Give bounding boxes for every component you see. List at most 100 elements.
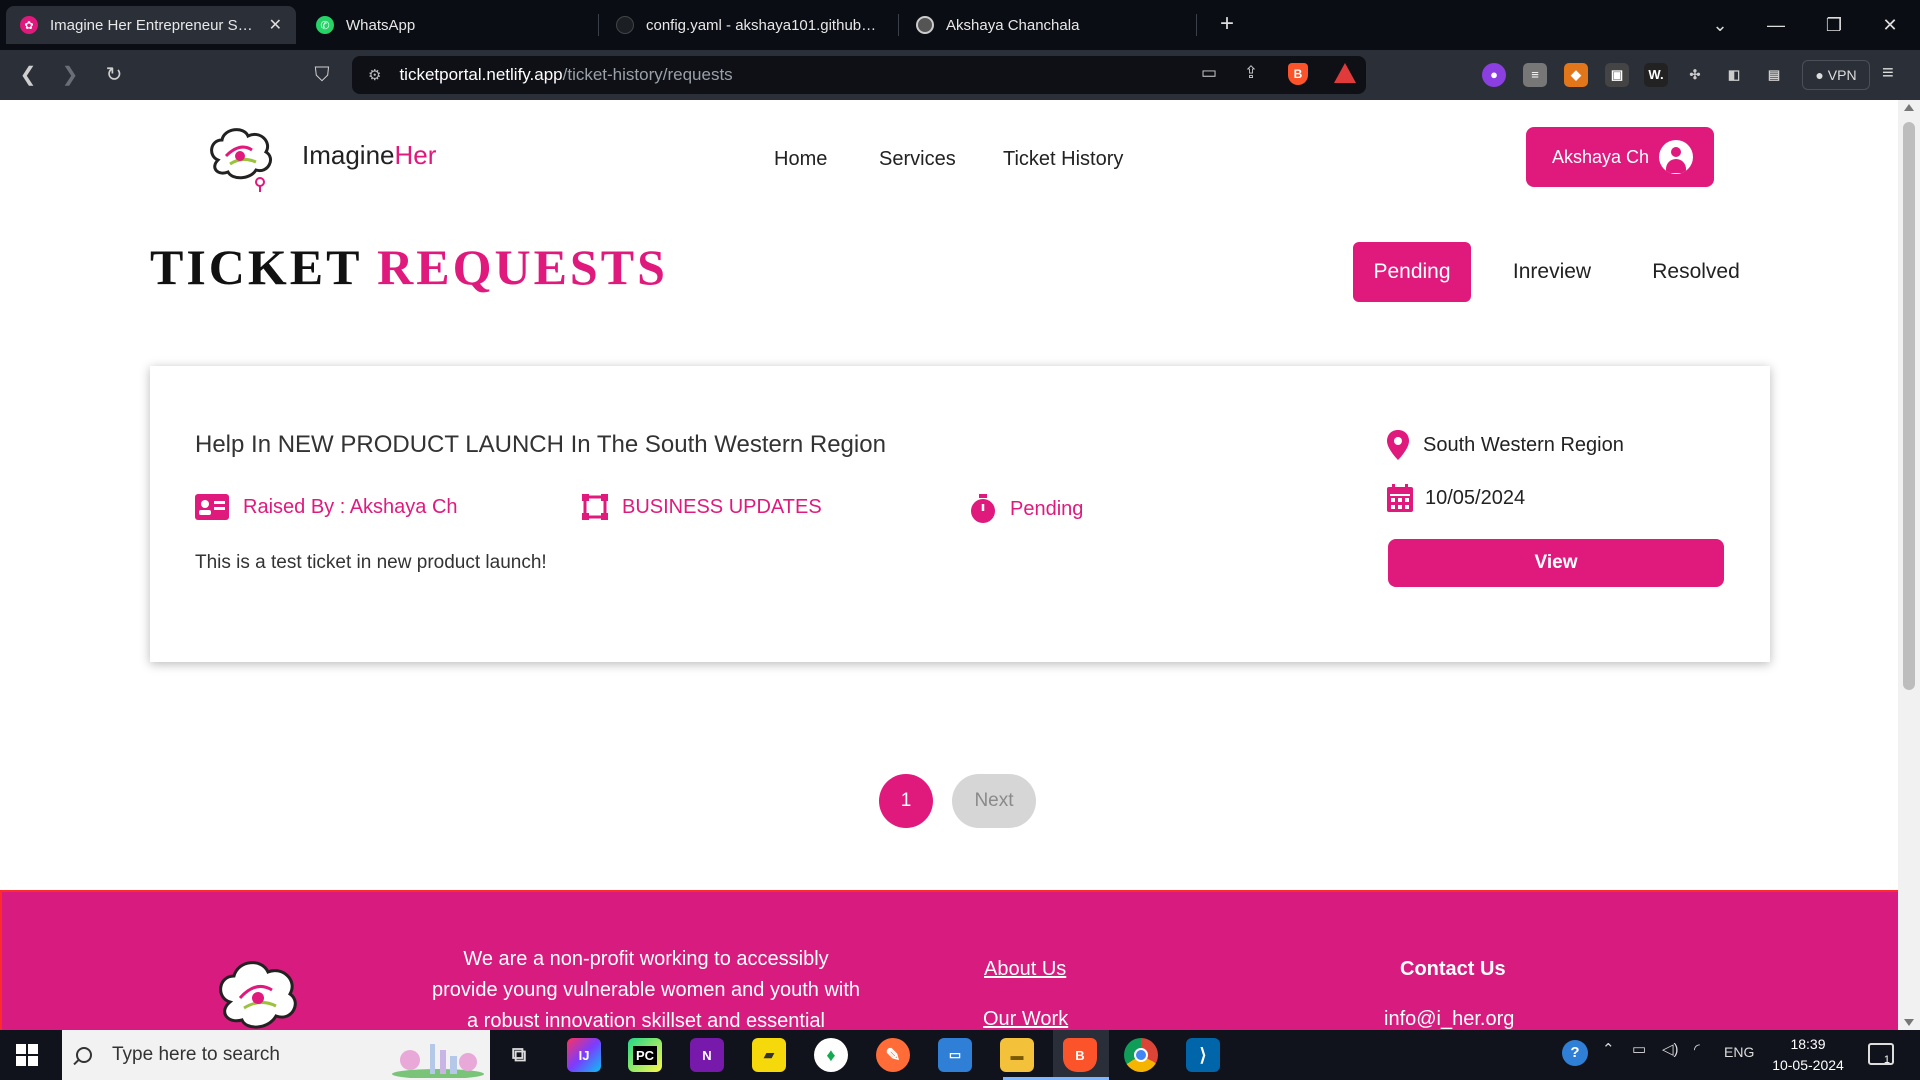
vscode-icon[interactable]: ⟩	[1186, 1038, 1220, 1072]
brand-name[interactable]: ImagineHer	[302, 140, 436, 171]
status-text: Pending	[1010, 497, 1084, 520]
tab-whatsapp[interactable]: ✆ WhatsApp	[302, 6, 592, 44]
sidebar-toggle-icon[interactable]: ◧	[1722, 63, 1746, 87]
vpn-button[interactable]: ● VPN	[1802, 60, 1870, 90]
browser-toolbar: ❮ ❯ ↻ ⛉ ⚙ ticketportal.netlify.app/ticke…	[0, 50, 1920, 100]
category-text: BUSINESS UPDATES	[622, 495, 822, 518]
nav-services[interactable]: Services	[879, 148, 956, 171]
minimize-icon[interactable]: —	[1756, 8, 1796, 42]
task-view-icon[interactable]: ⧉	[502, 1038, 536, 1072]
help-icon[interactable]: ?	[1562, 1040, 1588, 1066]
close-window-icon[interactable]: ✕	[1870, 8, 1910, 42]
footer-contact-heading: Contact Us	[1400, 958, 1506, 980]
notification-center-icon[interactable]: 1	[1868, 1043, 1894, 1066]
pagination-next-button[interactable]: Next	[952, 774, 1036, 828]
site-footer: We are a non-profit working to accessibl…	[0, 890, 1898, 1030]
search-highlight-illustration-icon	[392, 1044, 484, 1078]
tab-title: WhatsApp	[346, 16, 416, 34]
page-title: TICKET REQUESTS	[150, 238, 668, 296]
github-icon	[616, 16, 634, 34]
taskbar-clock[interactable]: 18:39 10-05-2024	[1768, 1034, 1848, 1076]
site-settings-icon[interactable]: ⚙	[368, 66, 381, 84]
footer-about-line: provide young vulnerable women and youth…	[431, 979, 861, 1001]
extensions-puzzle-icon[interactable]: ✣	[1683, 63, 1707, 87]
filter-resolved[interactable]: Resolved	[1640, 242, 1752, 302]
vpn-label: VPN	[1827, 67, 1857, 83]
tab-title: Imagine Her Entrepreneur Support	[50, 16, 257, 34]
stopwatch-icon	[971, 494, 995, 523]
brave-browser-icon[interactable]: B	[1063, 1038, 1097, 1072]
ticket-status: Pending	[970, 494, 1083, 524]
url-host: ticketportal.netlify.app	[399, 65, 563, 84]
extension-notes-icon[interactable]: ≡	[1523, 63, 1547, 87]
browser-menu-icon[interactable]: ≡	[1882, 62, 1894, 85]
forward-icon[interactable]: ❯	[56, 62, 84, 90]
tab-search-chevron-icon[interactable]: ⌄	[1700, 8, 1740, 42]
postman-icon[interactable]: ✎	[876, 1038, 910, 1072]
onenote-icon[interactable]: N	[690, 1038, 724, 1072]
extension-purple-icon[interactable]: ●	[1482, 63, 1506, 87]
imagine-her-logo[interactable]	[204, 120, 278, 194]
mongodb-compass-icon[interactable]: ♦	[814, 1038, 848, 1072]
date-text: 10/05/2024	[1425, 486, 1526, 509]
wifi-icon[interactable]: ◜	[1694, 1040, 1700, 1058]
scroll-up-icon[interactable]	[1904, 104, 1914, 111]
page-scrollbar[interactable]	[1898, 100, 1920, 1030]
share-icon[interactable]: ⇪	[1238, 60, 1264, 86]
page-viewport: ImagineHer Home Services Ticket History …	[0, 100, 1898, 1030]
taskbar-search-placeholder: Type here to search	[112, 1044, 280, 1065]
tab-akshaya-chanchala[interactable]: Akshaya Chanchala	[902, 6, 1192, 44]
scrollbar-thumb[interactable]	[1903, 122, 1915, 690]
new-tab-button[interactable]: +	[1212, 10, 1242, 40]
brand-accent: Her	[394, 140, 437, 170]
page-title-accent: REQUESTS	[377, 239, 668, 295]
intellij-icon[interactable]: IJ	[567, 1038, 601, 1072]
tab-separator	[898, 14, 899, 36]
sticky-notes-icon[interactable]: ▰	[752, 1038, 786, 1072]
clock-time: 18:39	[1790, 1036, 1826, 1052]
remote-desktop-icon[interactable]: ▭	[938, 1038, 972, 1072]
ticket-category: BUSINESS UPDATES	[582, 494, 822, 520]
file-explorer-icon[interactable]: ▬	[1000, 1038, 1034, 1072]
tray-chevron-icon[interactable]: ⌃	[1602, 1040, 1615, 1058]
restore-icon[interactable]: ❐	[1814, 8, 1854, 42]
extension-w-icon[interactable]: W.	[1644, 63, 1668, 87]
brave-shields-icon[interactable]: B	[1288, 63, 1308, 85]
battery-icon[interactable]: ▭	[1632, 1040, 1646, 1058]
nav-home[interactable]: Home	[774, 148, 827, 171]
footer-link-our-work[interactable]: Our Work	[983, 1008, 1068, 1030]
chrome-icon[interactable]	[1124, 1038, 1158, 1072]
pycharm-icon[interactable]: PC	[628, 1038, 662, 1072]
scroll-down-icon[interactable]	[1904, 1019, 1914, 1026]
filter-pending[interactable]: Pending	[1353, 242, 1471, 302]
tab-imagine-her[interactable]: ✿ Imagine Her Entrepreneur Support ✕	[6, 6, 296, 44]
ticket-title: Help In NEW PRODUCT LAUNCH In The South …	[195, 431, 886, 458]
pagination-page-1[interactable]: 1	[879, 774, 933, 828]
url-path: /ticket-history/requests	[562, 65, 733, 84]
footer-about-line: a robust innovation skillset and essenti…	[467, 1010, 825, 1030]
extension-window-icon[interactable]: ▣	[1605, 63, 1629, 87]
back-icon[interactable]: ❮	[14, 62, 42, 90]
reload-icon[interactable]: ↻	[100, 62, 128, 90]
metamask-icon[interactable]: ◆	[1564, 63, 1588, 87]
language-indicator[interactable]: ENG	[1724, 1044, 1754, 1060]
wallet-icon[interactable]: ▤	[1762, 63, 1786, 87]
view-ticket-button[interactable]: View	[1388, 539, 1724, 587]
filter-inreview[interactable]: Inreview	[1496, 242, 1608, 302]
cast-icon[interactable]: ▭	[1196, 60, 1222, 86]
tab-title: config.yaml - akshaya101.github.io [G	[646, 16, 878, 34]
user-profile-button[interactable]: Akshaya Ch	[1526, 127, 1714, 187]
windows-start-icon[interactable]	[16, 1044, 38, 1066]
tab-separator	[1196, 14, 1197, 36]
id-card-icon	[195, 494, 229, 520]
volume-icon[interactable]: ◁)	[1662, 1040, 1679, 1058]
bookmark-icon[interactable]: ⛉	[308, 62, 336, 90]
brave-rewards-icon[interactable]	[1334, 63, 1356, 83]
ticket-card: Help In NEW PRODUCT LAUNCH In The South …	[150, 366, 1770, 662]
tab-config-yaml[interactable]: config.yaml - akshaya101.github.io [G	[602, 6, 892, 44]
footer-contact-email[interactable]: info@i_her.org	[1384, 1008, 1514, 1030]
nav-ticket-history[interactable]: Ticket History	[1003, 148, 1123, 171]
footer-logo[interactable]	[212, 954, 304, 1030]
tab-close-icon[interactable]: ✕	[269, 15, 282, 35]
footer-link-about-us[interactable]: About Us	[984, 958, 1066, 981]
